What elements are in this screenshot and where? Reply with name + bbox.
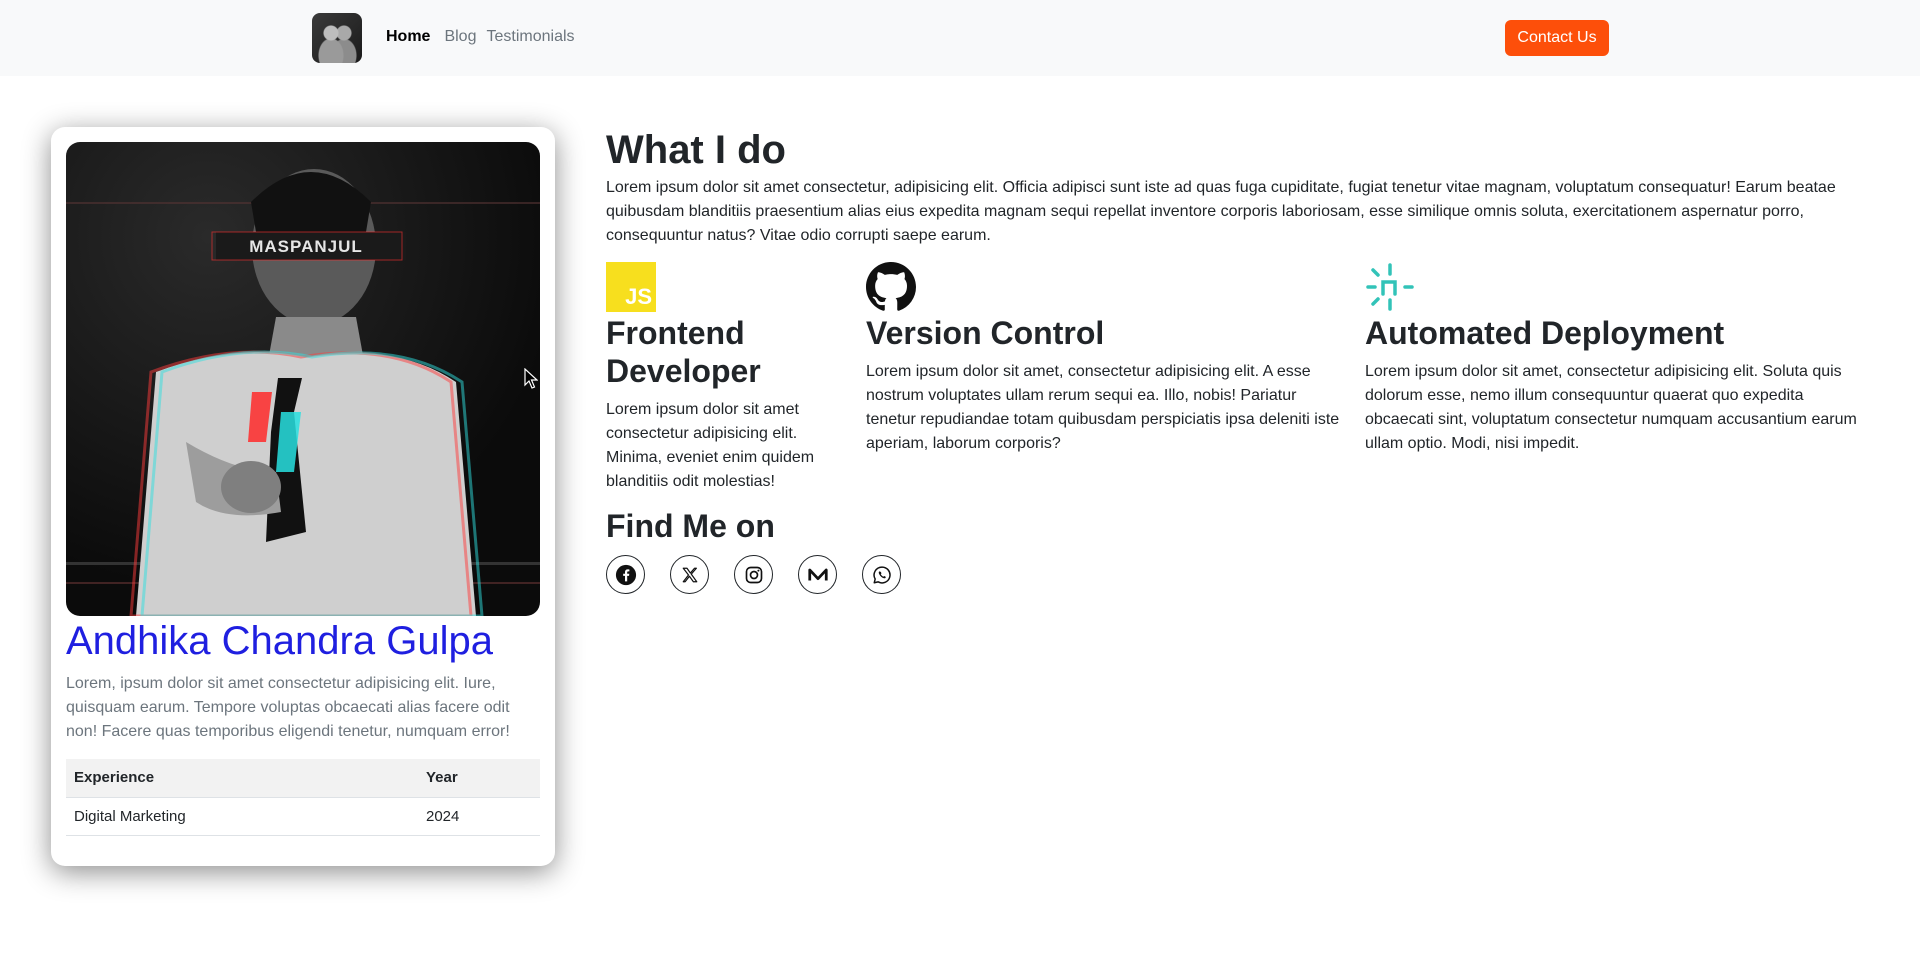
table-header-experience: Experience [66, 759, 418, 798]
brand-logo[interactable] [312, 13, 362, 63]
x-twitter-icon [682, 567, 697, 582]
skill-deployment: Automated Deployment Lorem ipsum dolor s… [1365, 262, 1865, 456]
x-twitter-link[interactable] [670, 555, 709, 594]
instagram-link[interactable] [734, 555, 773, 594]
table-cell: 2024 [418, 797, 540, 836]
navbar: Home Blog Testimonials Contact Us [0, 0, 1920, 76]
nav-links: Home Blog Testimonials [386, 28, 585, 46]
photo-overlay-text: MASPANJUL [249, 237, 363, 256]
skill-title: Frontend Developer [606, 315, 761, 389]
medium-icon [807, 568, 828, 580]
medium-link[interactable] [798, 555, 837, 594]
skill-description: Lorem ipsum dolor sit amet consectetur a… [606, 401, 815, 490]
experience-table: Experience Year Digital Marketing 2024 [66, 759, 540, 836]
profile-card: MASPANJUL Andhika Chandra Gulpa Lorem, i… [51, 127, 555, 866]
skill-frontend: JS Frontend Developer Lorem ipsum dolor … [606, 262, 826, 494]
what-i-do-description: Lorem ipsum dolor sit amet consectetur, … [606, 179, 1836, 244]
profile-bio: Lorem, ipsum dolor sit amet consectetur … [66, 675, 510, 740]
github-icon [866, 262, 916, 311]
skill-version-control: Version Control Lorem ipsum dolor sit am… [866, 262, 1346, 456]
nav-link-blog[interactable]: Blog [444, 28, 476, 46]
find-me-heading: Find Me on [606, 508, 775, 544]
instagram-icon [745, 566, 762, 583]
what-i-do-heading: What I do [606, 128, 786, 172]
facebook-link[interactable] [606, 555, 645, 594]
profile-photo: MASPANJUL [66, 142, 540, 616]
skill-description: Lorem ipsum dolor sit amet, consectetur … [1365, 363, 1857, 452]
table-header-year: Year [418, 759, 540, 798]
mouse-cursor-icon [524, 368, 538, 389]
whatsapp-link[interactable] [862, 555, 901, 594]
table-cell: Digital Marketing [66, 797, 418, 836]
skill-description: Lorem ipsum dolor sit amet, consectetur … [866, 363, 1340, 452]
nav-link-testimonials[interactable]: Testimonials [486, 28, 574, 46]
skill-title: Version Control [866, 315, 1105, 351]
table-row: Digital Marketing 2024 [66, 797, 540, 836]
contact-us-button[interactable]: Contact Us [1505, 20, 1609, 56]
skill-title: Automated Deployment [1365, 315, 1725, 351]
whatsapp-icon [872, 565, 891, 584]
netlify-icon [1366, 263, 1414, 311]
javascript-icon: JS [606, 262, 656, 312]
table-header-row: Experience Year [66, 759, 540, 798]
social-links [606, 555, 901, 594]
nav-link-home[interactable]: Home [386, 28, 430, 46]
profile-name: Andhika Chandra Gulpa [66, 619, 493, 663]
facebook-icon [615, 564, 636, 585]
